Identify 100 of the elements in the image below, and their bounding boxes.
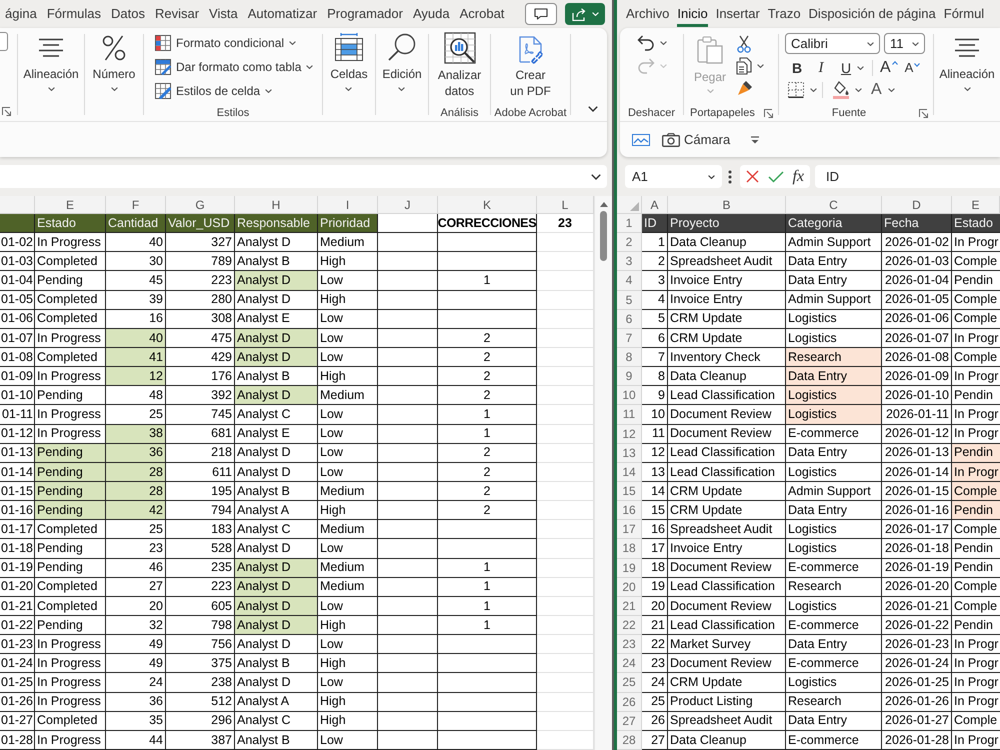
table-cell: 12 — [642, 444, 668, 463]
table-cell: E-commerce — [786, 424, 882, 444]
insert-function-button[interactable]: fx — [792, 166, 804, 186]
row-number: 16 — [617, 501, 642, 520]
camera-button[interactable]: Cámara — [660, 128, 732, 152]
table-cell: Data Entry — [786, 501, 882, 520]
column-letter: F — [106, 196, 166, 214]
document-link-icon — [516, 36, 544, 64]
table-cell: 2026-01-25 — [882, 673, 952, 693]
table-cell: CRM Update — [668, 482, 786, 502]
analyze-data-button[interactable]: Analizar datos — [434, 28, 486, 105]
dialog-launcher-icon[interactable] — [919, 108, 928, 118]
ribbon-tab[interactable]: Acrobat — [454, 0, 510, 28]
table-cell: 45 — [106, 271, 166, 291]
table-cell: 01-18 — [0, 539, 35, 559]
table-cell: 327 — [166, 233, 235, 252]
ribbon-tab[interactable]: Programador — [322, 0, 408, 28]
table-cell: Analyst D — [235, 290, 318, 310]
ribbon-tab[interactable]: Datos — [106, 0, 150, 28]
bold-button[interactable]: B — [785, 58, 809, 78]
table-cell: Analyst D — [235, 596, 318, 616]
more-options-icon[interactable] — [728, 170, 732, 184]
table-cell: E-commerce — [786, 558, 882, 578]
row-number: 18 — [617, 539, 642, 559]
ribbon-tab[interactable]: Trazo — [764, 0, 805, 28]
row-number: 10 — [617, 386, 642, 406]
table-cell: 798 — [166, 616, 235, 636]
name-box[interactable]: A1 — [625, 165, 722, 188]
table-cell: Lead Classification — [668, 444, 786, 463]
table-cell: In Progress — [35, 328, 106, 348]
ribbon-tab[interactable]: Fórmulas — [42, 0, 106, 28]
cell-styles-button[interactable]: Estilos de celda — [152, 79, 276, 103]
ribbon-tab[interactable]: Archivo — [622, 0, 674, 28]
ribbon-tab[interactable]: Disposición de página — [804, 0, 940, 28]
dialog-launcher-icon[interactable] — [764, 108, 773, 118]
table-cell: Data Cleanup — [668, 233, 786, 252]
table-cell: 01-16 — [0, 501, 35, 520]
alignment-button[interactable]: Alineación — [936, 28, 998, 121]
table-cell: Comple — [952, 712, 1000, 731]
dropdown-field[interactable] — [0, 32, 8, 51]
table-cell: 19 — [642, 578, 668, 597]
check-icon[interactable] — [768, 170, 784, 182]
scroll-up-arrow-icon[interactable] — [600, 202, 608, 207]
table-cell: 01-03 — [0, 252, 35, 272]
table-cell: Analyst B — [235, 367, 318, 386]
format-as-table-button[interactable]: Dar formato como tabla — [152, 55, 316, 79]
table-cell: Medium — [318, 386, 378, 406]
text-align-icon — [954, 38, 980, 58]
ribbon-tab[interactable]: Insertar — [712, 0, 764, 28]
font-name-field[interactable]: Calibri — [785, 33, 880, 54]
number-button[interactable]: Número — [90, 28, 138, 121]
row-number: 25 — [617, 673, 642, 693]
create-pdf-button[interactable]: Crear un PDF — [508, 28, 552, 105]
table-cell: 01-17 — [0, 520, 35, 540]
column-letter: E — [952, 196, 1000, 214]
table-cell: Analyst A — [235, 501, 318, 520]
table-cell: Analyst D — [235, 616, 318, 636]
increase-font-size-button[interactable]: A — [878, 58, 900, 78]
ribbon-tab[interactable]: ágina — [0, 0, 42, 28]
customize-toolbar-icon[interactable] — [750, 136, 760, 144]
table-cell: Analyst E — [235, 310, 318, 329]
ribbon-tab[interactable]: Fórmul — [940, 0, 988, 28]
cells-button[interactable]: Celdas — [328, 28, 370, 121]
dialog-launcher-icon[interactable] — [2, 107, 11, 116]
ribbon-tab[interactable]: Revisar — [150, 0, 204, 28]
table-cell: High — [318, 654, 378, 674]
ribbon-tab[interactable]: Vista — [204, 0, 243, 28]
table-cell: 2026-01-23 — [882, 635, 952, 654]
column-letter: H — [235, 196, 318, 214]
decrease-font-size-button[interactable]: A — [902, 58, 922, 78]
group-label: Estilos — [216, 106, 250, 121]
font-size-field[interactable]: 11 — [884, 33, 925, 54]
row-number: 8 — [617, 348, 642, 368]
font-color-button[interactable]: A — [868, 80, 898, 100]
comment-button[interactable] — [525, 3, 557, 25]
underline-button[interactable]: U — [833, 58, 869, 78]
scrollbar-thumb[interactable] — [600, 211, 607, 261]
table-cell: Analyst D — [235, 635, 318, 654]
chevron-down-icon[interactable] — [588, 106, 598, 112]
scrollbar[interactable] — [594, 196, 612, 750]
share-button[interactable] — [565, 3, 605, 25]
group-label: Portapapeles — [690, 106, 755, 121]
italic-button[interactable]: I — [809, 58, 833, 78]
table-cell: 20 — [642, 596, 668, 616]
table-cell: Logistics — [786, 310, 882, 329]
table-cell: Data Entry — [786, 712, 882, 731]
line-chart-icon[interactable] — [632, 134, 650, 146]
editing-button[interactable]: Edición — [380, 28, 424, 121]
ribbon-tab[interactable]: Automatizar — [242, 0, 322, 28]
table-cell: Analyst D — [235, 386, 318, 406]
cancel-icon[interactable] — [746, 170, 759, 183]
alignment-button[interactable]: Alineación — [20, 28, 82, 121]
formula-input[interactable]: ID — [815, 165, 1000, 188]
chevron-down-icon — [857, 66, 864, 70]
conditional-formatting-button[interactable]: Formato condicional — [152, 31, 300, 55]
table-cell: 46 — [106, 558, 166, 578]
table-cell: 01-28 — [0, 730, 35, 750]
table-cell: Analyst D — [235, 462, 318, 482]
table-cell: 01-20 — [0, 578, 35, 597]
ribbon-tab[interactable]: Ayuda — [408, 0, 455, 28]
